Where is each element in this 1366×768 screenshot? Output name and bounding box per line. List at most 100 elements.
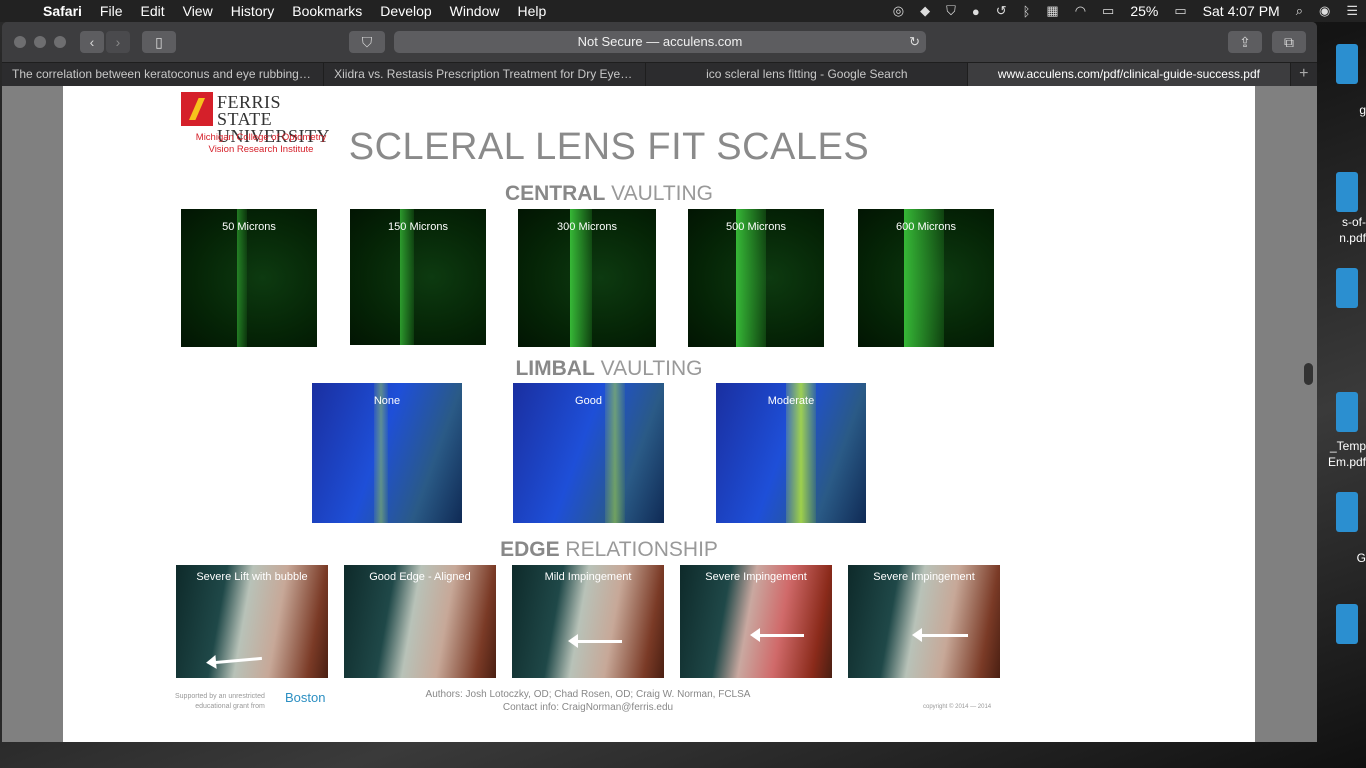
desktop-file-icon[interactable] [1336,604,1358,644]
reload-icon[interactable]: ↻ [909,31,920,53]
forward-button[interactable]: › [106,31,130,53]
boston-logo: Boston [285,690,325,705]
zoom-window-button[interactable] [54,36,66,48]
desktop-file-icon[interactable] [1336,492,1358,532]
tab-acculens-pdf[interactable]: www.acculens.com/pdf/clinical-guide-succ… [968,63,1291,87]
privacy-shield-button[interactable]: ⛉ [349,31,385,53]
desktop-file-icon[interactable] [1336,392,1358,432]
central-image-150: 150 Microns [350,209,486,345]
time-machine-icon[interactable]: ↺ [988,3,1015,19]
menu-window[interactable]: Window [441,0,509,22]
dropbox-icon[interactable]: ◆ [912,3,938,19]
bluetooth-icon[interactable]: ᛒ [1015,4,1039,19]
arrow-icon [568,634,622,648]
desktop-file-label[interactable]: g [1316,102,1366,118]
arrow-icon [213,656,263,665]
pdf-viewer[interactable]: FERRIS STATE UNIVERSITY Michigan College… [2,86,1317,742]
menu-view[interactable]: View [174,0,222,22]
contact-line: Contact info: CraigNorman@ferris.edu [502,702,674,713]
central-image-600: 600 Microns [858,209,994,347]
battery-percent[interactable]: 25% [1122,3,1166,19]
copyright: copyright © 2014 — 2014 [923,704,992,710]
grant-note: Supported by an unrestricted educational… [175,692,265,712]
back-button[interactable]: ‹ [80,31,104,53]
tab-overview-button[interactable]: ⧉ [1272,31,1306,53]
grant-line2: educational grant from [195,703,265,710]
address-bar[interactable]: Not Secure — acculens.com ↻ [394,31,926,53]
grant-line1: Supported by an unrestricted [175,693,265,700]
image-caption: None [373,395,401,407]
menu-app-safari[interactable]: Safari [34,0,91,22]
menu-file[interactable]: File [91,0,132,22]
ferris-logo-mark [181,92,213,126]
edge-image-severe-lift: Severe Lift with bubble [176,565,328,678]
desktop-file-icon[interactable] [1336,172,1358,212]
limbal-image-none: None [312,383,462,523]
central-heading-bold: CENTRAL [504,182,606,205]
address-text: Not Secure — acculens.com [577,34,743,49]
menu-help[interactable]: Help [508,0,555,22]
central-vaulting-heading: CENTRAL VAULTING [63,182,1155,206]
menu-history[interactable]: History [222,0,284,22]
share-button[interactable]: ⇪ [1228,31,1262,53]
central-image-300: 300 Microns [518,209,656,347]
sidebar-toggle-button[interactable]: ▯ [142,31,176,53]
edge-image-good-edge: Good Edge - Aligned [344,565,496,678]
spiral-icon[interactable]: ◎ [885,3,912,19]
limbal-heading-bold: LIMBAL [515,357,595,380]
edge-image-mild-impingement: Mild Impingement [512,565,664,678]
page-title: SCLERAL LENS FIT SCALES [348,126,870,168]
spotlight-search-icon[interactable]: ⌕ [1288,3,1311,19]
image-caption: Severe Impingement [705,571,807,583]
menu-bookmarks[interactable]: Bookmarks [283,0,371,22]
clock[interactable]: Sat 4:07 PM [1195,3,1288,19]
limbal-vaulting-heading: LIMBAL VAULTING [63,357,1155,381]
image-caption: Moderate [767,395,815,407]
edge-relationship-heading: EDGE RELATIONSHIP [63,538,1155,562]
status-area: ◎ ◆ ⛉ ● ↺ ᛒ ▦ ◠ ▭ 25% ▭ Sat 4:07 PM ⌕ ◉ … [885,0,1366,22]
flag-icon[interactable]: ▦ [1038,3,1066,19]
logo-name-line1: FERRIS STATE [217,92,282,129]
notification-center-icon[interactable]: ☰ [1338,3,1366,19]
menu-develop[interactable]: Develop [371,0,440,22]
boston-brand: Boston [285,690,326,705]
battery-icon[interactable]: ▭ [1166,3,1194,19]
toolbar: ‹ › ▯ ⛉ Not Secure — acculens.com ↻ ⇪ ⧉ [2,22,1317,62]
tab-google-search[interactable]: ico scleral lens fitting - Google Search [646,63,969,87]
menu-bar: Safari File Edit View History Bookmarks … [0,0,1366,22]
central-image-500: 500 Microns [688,209,824,347]
menu-edit[interactable]: Edit [131,0,173,22]
minimize-window-button[interactable] [34,36,46,48]
image-caption: 600 Microns [896,221,956,233]
desktop-file-label[interactable]: G [1316,550,1366,566]
shield-icon[interactable]: ⛉ [938,3,964,19]
pdf-page: FERRIS STATE UNIVERSITY Michigan College… [63,86,1255,742]
authors-line: Authors: Josh Lotoczky, OD; Chad Rosen, … [425,689,751,700]
central-heading-rest: VAULTING [605,182,714,205]
airplay-icon[interactable]: ▭ [1094,3,1122,19]
desktop-file-label[interactable]: s-of- n.pdf [1316,214,1366,246]
close-window-button[interactable] [14,36,26,48]
desktop-file-icon[interactable] [1336,268,1358,308]
image-caption: Mild Impingement [544,571,632,583]
edge-image-severe-impingement-2: Severe Impingement [848,565,1000,678]
new-tab-button[interactable]: + [1291,63,1317,86]
scrollbar-thumb[interactable] [1304,363,1313,385]
image-caption: Severe Lift with bubble [196,571,308,583]
edge-heading-bold: EDGE [500,538,560,561]
image-caption: 300 Microns [557,221,617,233]
arrow-icon [750,628,804,642]
image-caption: Severe Impingement [873,571,975,583]
siri-icon[interactable]: ◉ [1311,3,1338,19]
tab-keratoconus[interactable]: The correlation between keratoconus and … [2,63,325,87]
tab-xiidra[interactable]: Xiidra vs. Restasis Prescription Treatme… [324,63,647,87]
wifi-icon[interactable]: ◠ [1067,3,1094,19]
tab-bar: The correlation between keratoconus and … [2,62,1317,87]
desktop-file-label[interactable]: _Temp Em.pdf [1316,438,1366,470]
globe-icon[interactable]: ● [964,4,988,19]
desktop-file-icon[interactable] [1336,44,1358,84]
limbal-image-moderate: Moderate [716,383,866,523]
authors-block: Authors: Josh Lotoczky, OD; Chad Rosen, … [363,688,813,714]
image-caption: 150 Microns [388,221,448,233]
image-caption: 50 Microns [222,221,276,233]
